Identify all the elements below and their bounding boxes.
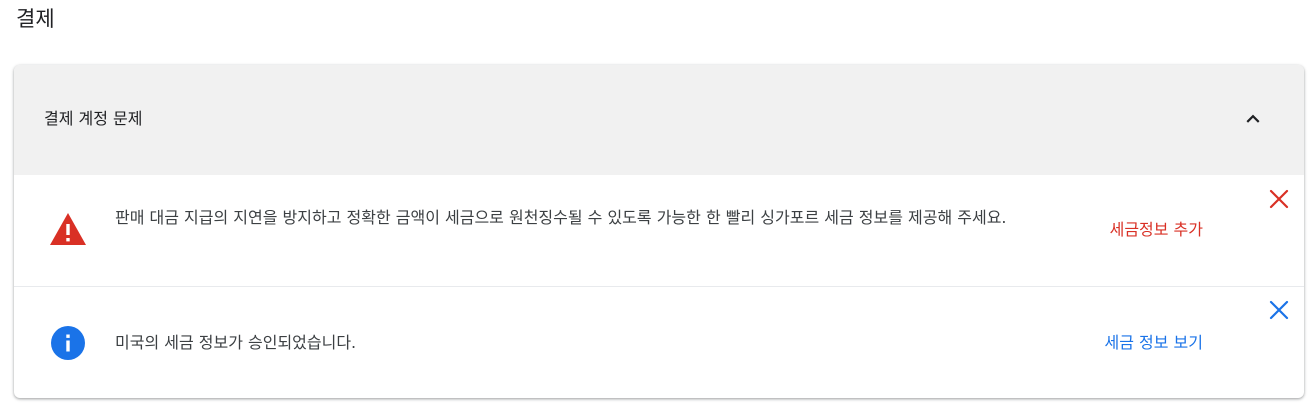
alert-info-icon-wrap: [48, 323, 88, 363]
close-icon: [1269, 189, 1289, 209]
page-title: 결제: [16, 7, 55, 31]
billing-issues-card: 결제 계정 문제 판매 대금 지급의 지연을 방지하고 정확한 금액이 세금으로…: [14, 65, 1304, 398]
view-tax-info-link[interactable]: 세금 정보 보기: [1105, 332, 1204, 354]
billing-issues-title: 결제 계정 문제: [44, 109, 143, 128]
info-icon: [51, 326, 85, 360]
alert-row-warning: 판매 대금 지급의 지연을 방지하고 정확한 금액이 세금으로 원천징수될 수 …: [14, 175, 1304, 287]
add-tax-info-link[interactable]: 세금정보 추가: [1110, 219, 1203, 241]
dismiss-warning-button[interactable]: [1268, 188, 1290, 210]
chevron-up-icon: [1246, 114, 1260, 123]
alert-info-message: 미국의 세금 정보가 승인되었습니다.: [115, 333, 357, 352]
collapse-button[interactable]: [1240, 106, 1266, 132]
alert-warning-icon-wrap: [48, 209, 88, 249]
warning-triangle-icon: [50, 213, 86, 245]
alert-warning-message: 판매 대금 지급의 지연을 방지하고 정확한 금액이 세금으로 원천징수될 수 …: [115, 208, 1007, 227]
alert-row-info: 미국의 세금 정보가 승인되었습니다. 세금 정보 보기: [14, 287, 1304, 398]
billing-issues-header[interactable]: 결제 계정 문제: [14, 65, 1304, 175]
close-icon: [1269, 300, 1289, 320]
dismiss-info-button[interactable]: [1268, 299, 1290, 321]
